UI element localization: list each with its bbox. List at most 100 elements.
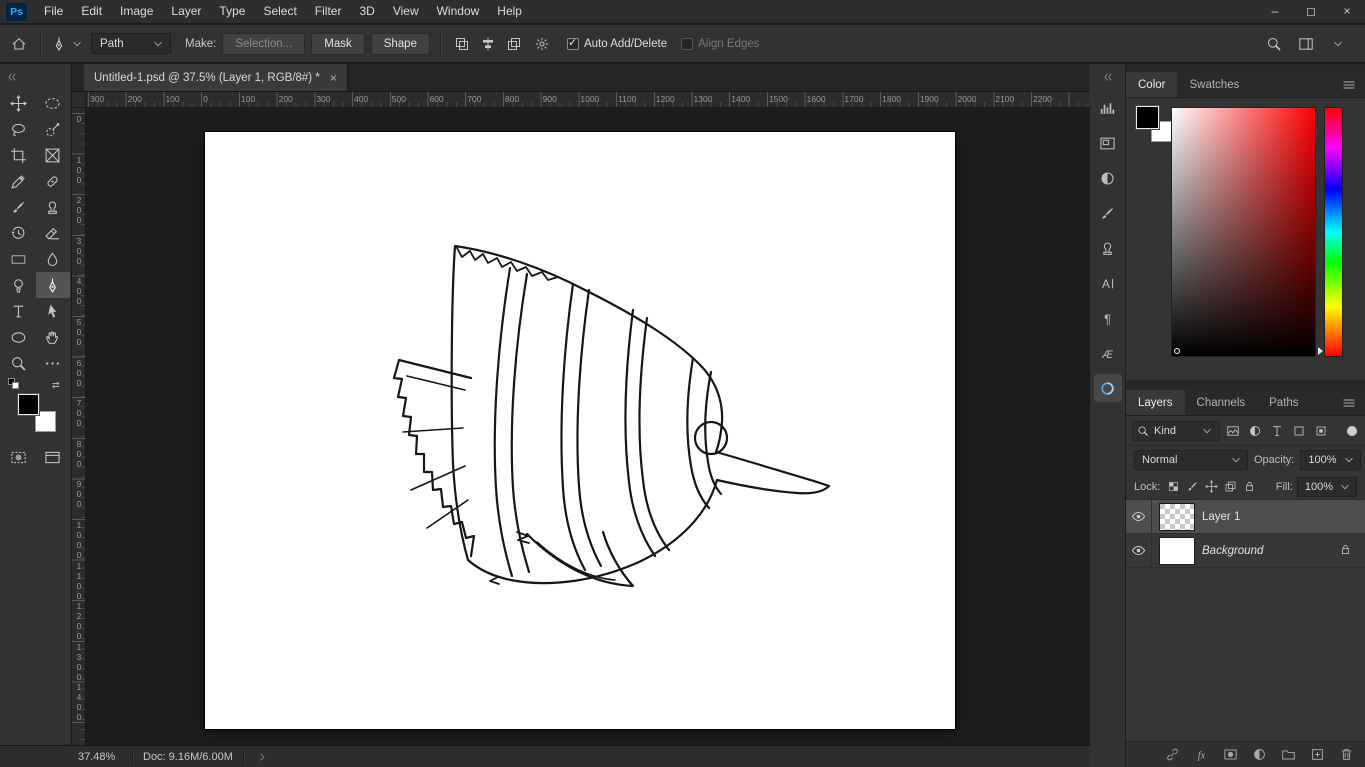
filter-type-layers-icon[interactable] <box>1267 421 1287 441</box>
libraries-panel[interactable] <box>1093 374 1122 402</box>
photoshop-logo[interactable]: Ps <box>6 2 27 21</box>
tab-layers[interactable]: Layers <box>1126 390 1185 415</box>
layers-panel-menu-icon[interactable] <box>1333 390 1365 415</box>
adjustments-panel[interactable] <box>1094 164 1122 192</box>
blend-mode-select[interactable]: Normal <box>1134 450 1248 470</box>
new-group-icon[interactable] <box>1279 746 1297 764</box>
tab-paths[interactable]: Paths <box>1257 390 1310 415</box>
path-arrangement-icon[interactable] <box>503 33 525 55</box>
dodge-tool[interactable] <box>2 272 36 298</box>
horizontal-ruler[interactable]: 300 200 100 0 100 200 300 400 500 600 700 800 900 100… <box>86 92 1090 107</box>
hue-slider-marker[interactable] <box>1318 347 1323 355</box>
path-selection-tool[interactable] <box>36 298 70 324</box>
opacity-select[interactable]: 100% <box>1300 450 1361 470</box>
chevron-down-icon[interactable] <box>1327 33 1349 55</box>
filter-toggle-switch[interactable] <box>1347 425 1357 436</box>
make-mask-button[interactable]: Mask <box>311 32 365 55</box>
color-panel-menu-icon[interactable] <box>1333 72 1365 97</box>
auto-add-delete-checkbox[interactable]: Auto Add/Delete <box>566 36 667 50</box>
fill-select[interactable]: 100% <box>1296 476 1357 497</box>
filter-smart-objects-icon[interactable] <box>1311 421 1331 441</box>
history-brush-tool[interactable] <box>2 220 36 246</box>
toolbar-collapse-icon[interactable] <box>6 71 18 83</box>
filter-adjustment-layers-icon[interactable] <box>1245 421 1265 441</box>
lock-image-pixels-icon[interactable] <box>1183 478 1201 496</box>
glyphs-panel[interactable] <box>1094 339 1122 367</box>
lock-artboard-icon[interactable] <box>1221 478 1239 496</box>
hand-tool[interactable] <box>36 324 70 350</box>
layer-thumbnail[interactable] <box>1160 503 1194 530</box>
restore-button[interactable]: ◻ <box>1293 0 1329 23</box>
delete-layer-icon[interactable] <box>1337 746 1355 764</box>
menu-help[interactable]: Help <box>488 0 531 23</box>
lock-transparent-pixels-icon[interactable] <box>1164 478 1182 496</box>
workspace-icon[interactable] <box>1295 33 1317 55</box>
menu-file[interactable]: File <box>35 0 72 23</box>
gradient-tool[interactable] <box>2 246 36 272</box>
dock-expand-icon[interactable] <box>1102 64 1114 90</box>
close-button[interactable]: × <box>1329 0 1365 23</box>
blur-tool[interactable] <box>36 246 70 272</box>
path-alignment-icon[interactable] <box>477 33 499 55</box>
status-chevron-icon[interactable] <box>254 749 270 765</box>
visibility-eye-icon[interactable] <box>1126 500 1152 533</box>
make-selection-button[interactable]: Selection... <box>222 32 306 55</box>
gear-icon[interactable] <box>531 33 553 55</box>
search-icon[interactable] <box>1263 33 1285 55</box>
marquee-tool[interactable] <box>36 90 70 116</box>
character-panel[interactable] <box>1094 269 1122 297</box>
zoom-level-field[interactable]: 37.48% <box>78 751 122 763</box>
filter-kind-select[interactable]: Kind <box>1132 420 1220 441</box>
tool-mode-select[interactable]: Path <box>91 33 171 54</box>
path-operations-icon[interactable] <box>451 33 473 55</box>
align-edges-checkbox[interactable]: Align Edges <box>681 37 759 50</box>
clone-source-panel[interactable] <box>1094 234 1122 262</box>
close-tab-icon[interactable]: × <box>330 71 337 85</box>
eraser-tool[interactable] <box>36 220 70 246</box>
menu-type[interactable]: Type <box>210 0 254 23</box>
tab-swatches[interactable]: Swatches <box>1177 72 1251 97</box>
frame-tool[interactable] <box>36 142 70 168</box>
layer-thumbnail[interactable] <box>1160 537 1194 564</box>
new-adjustment-layer-icon[interactable] <box>1250 746 1268 764</box>
menu-layer[interactable]: Layer <box>162 0 210 23</box>
layer-row-layer-1[interactable]: Layer 1 <box>1126 500 1365 534</box>
histogram-panel[interactable] <box>1094 94 1122 122</box>
foreground-color-swatch[interactable] <box>1136 106 1159 129</box>
menu-image[interactable]: Image <box>111 0 162 23</box>
minimize-button[interactable]: – <box>1257 0 1293 23</box>
saturation-brightness-field[interactable] <box>1172 108 1315 356</box>
type-tool[interactable] <box>2 298 36 324</box>
foreground-color-swatch[interactable] <box>17 394 39 415</box>
spot-healing-tool[interactable] <box>36 168 70 194</box>
document-viewport[interactable] <box>86 108 1090 745</box>
clone-stamp-tool[interactable] <box>36 194 70 220</box>
lock-all-icon[interactable] <box>1240 478 1258 496</box>
vertical-ruler[interactable]: 0 100 200 300 400 500 600 700 800 900 1000 1100 1200… <box>72 108 86 745</box>
eyedropper-tool[interactable] <box>2 168 36 194</box>
add-layer-mask-icon[interactable] <box>1221 746 1239 764</box>
zoom-tool[interactable] <box>2 350 36 376</box>
menu-window[interactable]: Window <box>428 0 489 23</box>
lock-position-icon[interactable] <box>1202 478 1220 496</box>
document-tab[interactable]: Untitled-1.psd @ 37.5% (Layer 1, RGB/8#)… <box>84 64 348 91</box>
default-colors-icon[interactable] <box>7 378 19 389</box>
menu-3d[interactable]: 3D <box>350 0 383 23</box>
layer-style-fx-icon[interactable] <box>1192 746 1210 764</box>
swap-colors-icon[interactable]: ⇄ <box>52 380 60 391</box>
menu-select[interactable]: Select <box>254 0 305 23</box>
new-layer-icon[interactable] <box>1308 746 1326 764</box>
active-tool-preset[interactable] <box>51 36 85 52</box>
crop-tool[interactable] <box>2 142 36 168</box>
menu-edit[interactable]: Edit <box>72 0 111 23</box>
tab-color[interactable]: Color <box>1126 72 1178 97</box>
visibility-eye-icon[interactable] <box>1126 534 1152 567</box>
navigator-panel[interactable] <box>1094 129 1122 157</box>
screen-mode-button[interactable] <box>36 444 70 470</box>
edit-toolbar-button[interactable] <box>36 350 70 376</box>
hue-slider[interactable] <box>1318 108 1342 356</box>
home-icon[interactable] <box>8 33 30 55</box>
link-layers-icon[interactable] <box>1163 746 1181 764</box>
filter-shape-layers-icon[interactable] <box>1289 421 1309 441</box>
menu-view[interactable]: View <box>384 0 428 23</box>
